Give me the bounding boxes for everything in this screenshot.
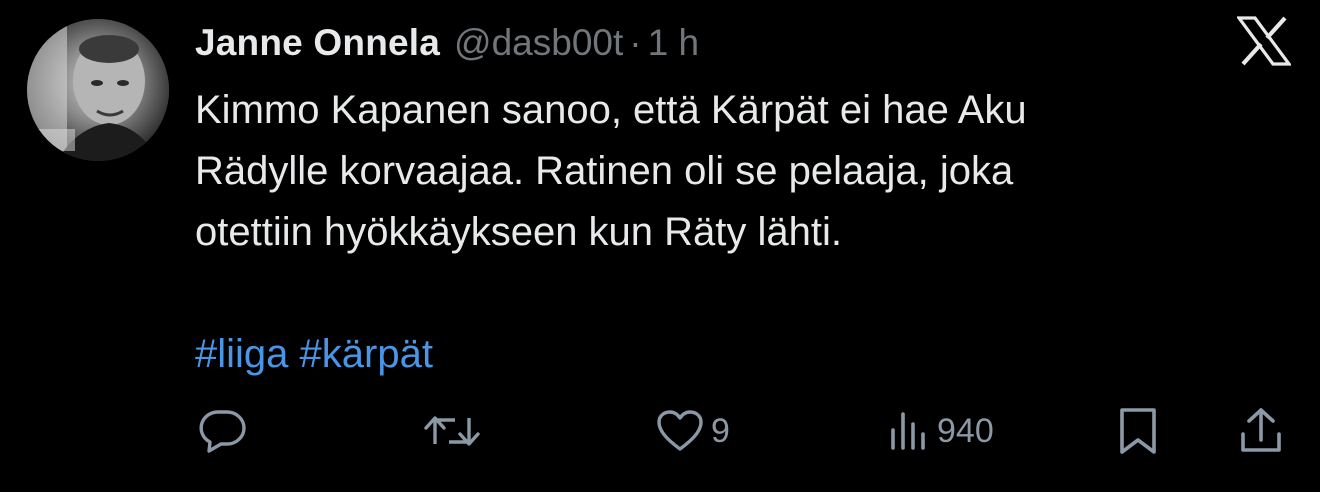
tweet-header: Janne Onnela @dasb00t · 1 h — [195, 18, 699, 68]
profile-photo-icon — [27, 19, 169, 161]
hashtags: #liiga #kärpät — [195, 326, 433, 382]
retweet-button[interactable] — [423, 405, 481, 457]
share-icon — [1238, 406, 1284, 456]
reply-icon — [197, 408, 247, 454]
separator-dot: · — [629, 22, 642, 63]
user-handle[interactable]: @dasb00t — [454, 22, 623, 64]
retweet-icon — [423, 408, 481, 454]
like-count: 9 — [711, 411, 730, 450]
views-count: 940 — [937, 411, 994, 450]
views-icon — [885, 408, 931, 454]
like-button[interactable]: 9 — [655, 405, 730, 457]
tweet-text-line: Rädylle korvaajaa. Ratinen oli se pelaaj… — [195, 149, 1014, 193]
tweet-text-line: Kimmo Kapanen sanoo, että Kärpät ei hae … — [195, 88, 1027, 132]
hashtag-link[interactable]: #liiga — [195, 332, 288, 376]
timestamp[interactable]: 1 h — [648, 22, 699, 64]
display-name[interactable]: Janne Onnela — [195, 22, 440, 64]
x-logo-icon — [1235, 16, 1293, 66]
tweet-text-line: otettiin hyökkäykseen kun Räty lähti. — [195, 210, 843, 254]
bookmark-icon — [1116, 406, 1160, 456]
hashtag-link[interactable]: #kärpät — [300, 332, 433, 376]
share-button[interactable] — [1238, 405, 1284, 457]
views-button[interactable]: 940 — [885, 405, 994, 457]
reply-button[interactable] — [197, 405, 247, 457]
tweet-text: Kimmo Kapanen sanoo, että Kärpät ei hae … — [195, 80, 1235, 263]
bookmark-button[interactable] — [1116, 405, 1160, 457]
heart-icon — [655, 408, 705, 454]
avatar[interactable] — [27, 19, 169, 161]
